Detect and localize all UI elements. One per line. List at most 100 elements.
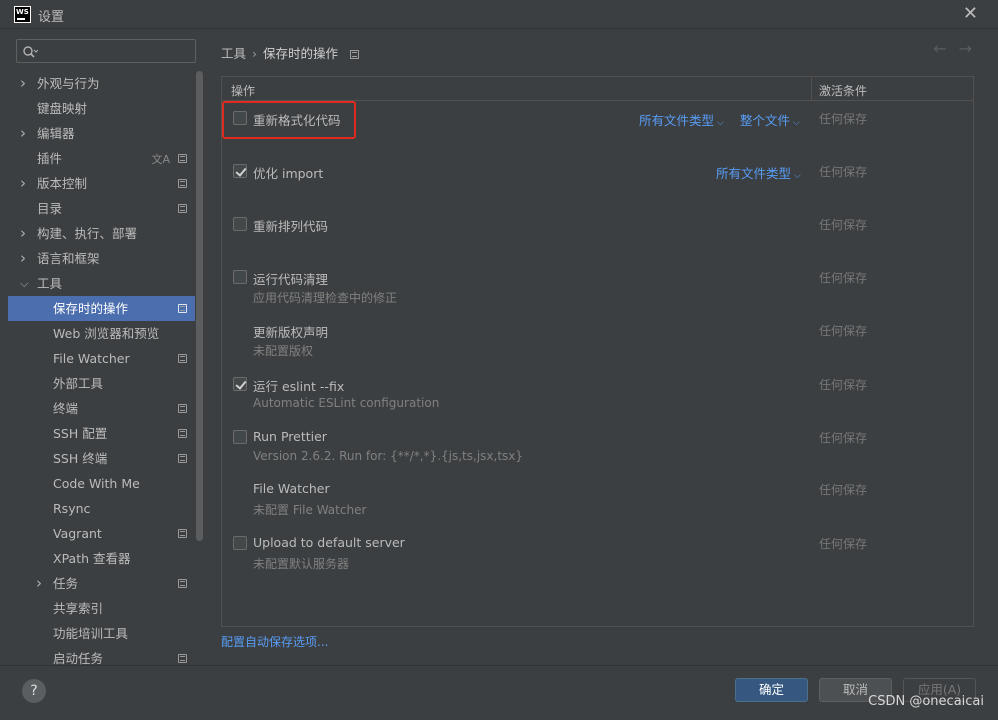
action-checkbox[interactable] — [233, 377, 247, 391]
column-header-condition[interactable]: 激活条件 — [819, 82, 867, 99]
sidebar-scrollbar[interactable] — [196, 71, 203, 541]
action-label: 运行代码清理 — [253, 272, 329, 287]
sidebar-item[interactable]: Code With Me — [8, 471, 195, 496]
settings-nav-tree: › 外观与行为 键盘映射 › 编辑器 插件 文A › 版本控制 目录 › 构建、执行、部署 › 语言和框架… — [8, 71, 195, 665]
project-level-icon — [178, 354, 187, 363]
sidebar-item[interactable]: File Watcher — [8, 346, 195, 371]
settings-search-input[interactable] — [41, 43, 191, 59]
sidebar-item-label: 语言和框架 — [37, 251, 100, 266]
logo-text: WS — [16, 8, 29, 16]
file-types-dropdown[interactable]: 所有文件类型 ⌵ — [639, 110, 724, 129]
ok-button[interactable]: 确定 — [735, 678, 808, 702]
chevron-right-icon[interactable]: › — [20, 221, 26, 246]
action-checkbox[interactable] — [233, 270, 247, 284]
sidebar-item-label: 共享索引 — [53, 601, 104, 616]
sidebar-item[interactable]: 共享索引 — [8, 596, 195, 621]
sidebar-item[interactable]: 启动任务 — [8, 646, 195, 665]
search-icon — [23, 46, 38, 58]
history-navigation: ← → — [921, 39, 972, 58]
sidebar-item[interactable]: › 语言和框架 — [8, 246, 195, 271]
sidebar-item[interactable]: 插件 文A — [8, 146, 195, 171]
activation-condition[interactable]: 任何保存 — [819, 163, 867, 180]
activation-condition[interactable]: 任何保存 — [819, 110, 867, 127]
action-checkbox[interactable] — [233, 430, 247, 444]
sidebar-item-label: 工具 — [37, 276, 63, 291]
activation-condition[interactable]: 任何保存 — [819, 216, 867, 233]
chevron-right-icon[interactable]: › — [36, 571, 42, 596]
sidebar-item-label: 编辑器 — [37, 126, 75, 141]
sidebar-item[interactable]: 外部工具 — [8, 371, 195, 396]
sidebar-item[interactable]: Vagrant — [8, 521, 195, 546]
sidebar-item-label: 外观与行为 — [37, 76, 100, 91]
csdn-watermark: CSDN @onecaicai — [868, 694, 984, 709]
chevron-down-icon: ⌵ — [794, 171, 801, 181]
sidebar-item[interactable]: ⌵ 工具 — [8, 271, 195, 296]
sidebar-item[interactable]: SSH 终端 — [8, 446, 195, 471]
action-row: 运行 eslint --fix Automatic ESLint configur… — [222, 376, 973, 426]
action-row: 优化 import 所有文件类型 ⌵ 任何保存 — [222, 163, 973, 213]
scope-dropdown[interactable]: 整个文件 ⌵ — [740, 110, 800, 129]
action-description: 未配置 File Watcher — [253, 503, 367, 517]
sidebar-item[interactable]: 保存时的操作 — [8, 296, 195, 321]
project-level-icon — [350, 50, 360, 59]
action-checkbox[interactable] — [233, 217, 247, 231]
webstorm-logo-icon: WS — [14, 6, 31, 23]
chevron-right-icon[interactable]: › — [20, 71, 26, 96]
sidebar-item[interactable]: › 版本控制 — [8, 171, 195, 196]
configure-autosave-link[interactable]: 配置自动保存选项... — [221, 633, 328, 650]
activation-condition[interactable]: 任何保存 — [819, 429, 867, 446]
action-row: 重新排列代码 任何保存 — [222, 216, 973, 266]
sidebar-item-label: Vagrant — [53, 526, 102, 541]
help-button[interactable]: ? — [22, 679, 46, 703]
action-checkbox[interactable] — [233, 536, 247, 550]
project-level-icon — [178, 529, 187, 538]
sidebar-item-label: 版本控制 — [37, 176, 88, 191]
title-bar: WS 设置 ✕ — [0, 0, 998, 29]
page-title: 保存时的操作 — [263, 46, 339, 61]
sidebar-item-label: 任务 — [53, 576, 79, 591]
settings-sidebar: › 外观与行为 键盘映射 › 编辑器 插件 文A › 版本控制 目录 › 构建、执行、部署 › 语言和框架… — [0, 29, 206, 665]
sidebar-item[interactable]: › 外观与行为 — [8, 71, 195, 96]
forward-arrow-icon[interactable]: → — [959, 39, 972, 58]
settings-search-box[interactable] — [16, 39, 196, 63]
sidebar-item[interactable]: Web 浏览器和预览 — [8, 321, 195, 346]
window-title: 设置 — [38, 10, 65, 25]
action-checkbox[interactable] — [233, 164, 247, 178]
sidebar-item[interactable]: 终端 — [8, 396, 195, 421]
sidebar-item-label: Rsync — [53, 501, 91, 516]
sidebar-item[interactable]: › 任务 — [8, 571, 195, 596]
activation-condition[interactable]: 任何保存 — [819, 322, 867, 339]
close-icon[interactable]: ✕ — [963, 3, 978, 24]
sidebar-item-label: File Watcher — [53, 351, 130, 366]
sidebar-item[interactable]: › 构建、执行、部署 — [8, 221, 195, 246]
back-arrow-icon[interactable]: ← — [933, 39, 946, 58]
activation-condition[interactable]: 任何保存 — [819, 376, 867, 393]
action-checkbox[interactable] — [233, 111, 247, 125]
sidebar-item[interactable]: SSH 配置 — [8, 421, 195, 446]
file-types-dropdown[interactable]: 所有文件类型 ⌵ — [716, 163, 801, 182]
activation-condition[interactable]: 任何保存 — [819, 535, 867, 552]
sidebar-item[interactable]: XPath 查看器 — [8, 546, 195, 571]
sidebar-item[interactable]: Rsync — [8, 496, 195, 521]
project-level-icon — [178, 404, 187, 413]
breadcrumb-separator: › — [252, 46, 258, 61]
sidebar-item-label: XPath 查看器 — [53, 551, 131, 566]
project-level-icon — [178, 204, 187, 213]
chevron-down-icon[interactable]: ⌵ — [20, 271, 28, 296]
action-label: 更新版权声明 — [253, 325, 329, 340]
sidebar-item[interactable]: 键盘映射 — [8, 96, 195, 121]
sidebar-item-label: 插件 — [37, 151, 63, 166]
sidebar-item[interactable]: 目录 — [8, 196, 195, 221]
chevron-right-icon[interactable]: › — [20, 246, 26, 271]
sidebar-item-label: 目录 — [37, 201, 63, 216]
chevron-right-icon[interactable]: › — [20, 171, 26, 196]
sidebar-item[interactable]: › 编辑器 — [8, 121, 195, 146]
sidebar-item-label: 功能培训工具 — [53, 626, 129, 641]
chevron-right-icon[interactable]: › — [20, 121, 26, 146]
activation-condition[interactable]: 任何保存 — [819, 269, 867, 286]
sidebar-item[interactable]: 功能培训工具 — [8, 621, 195, 646]
sidebar-item-label: Code With Me — [53, 476, 140, 491]
activation-condition[interactable]: 任何保存 — [819, 481, 867, 498]
column-header-action[interactable]: 操作 — [231, 82, 255, 99]
breadcrumb-parent[interactable]: 工具 — [221, 46, 246, 61]
